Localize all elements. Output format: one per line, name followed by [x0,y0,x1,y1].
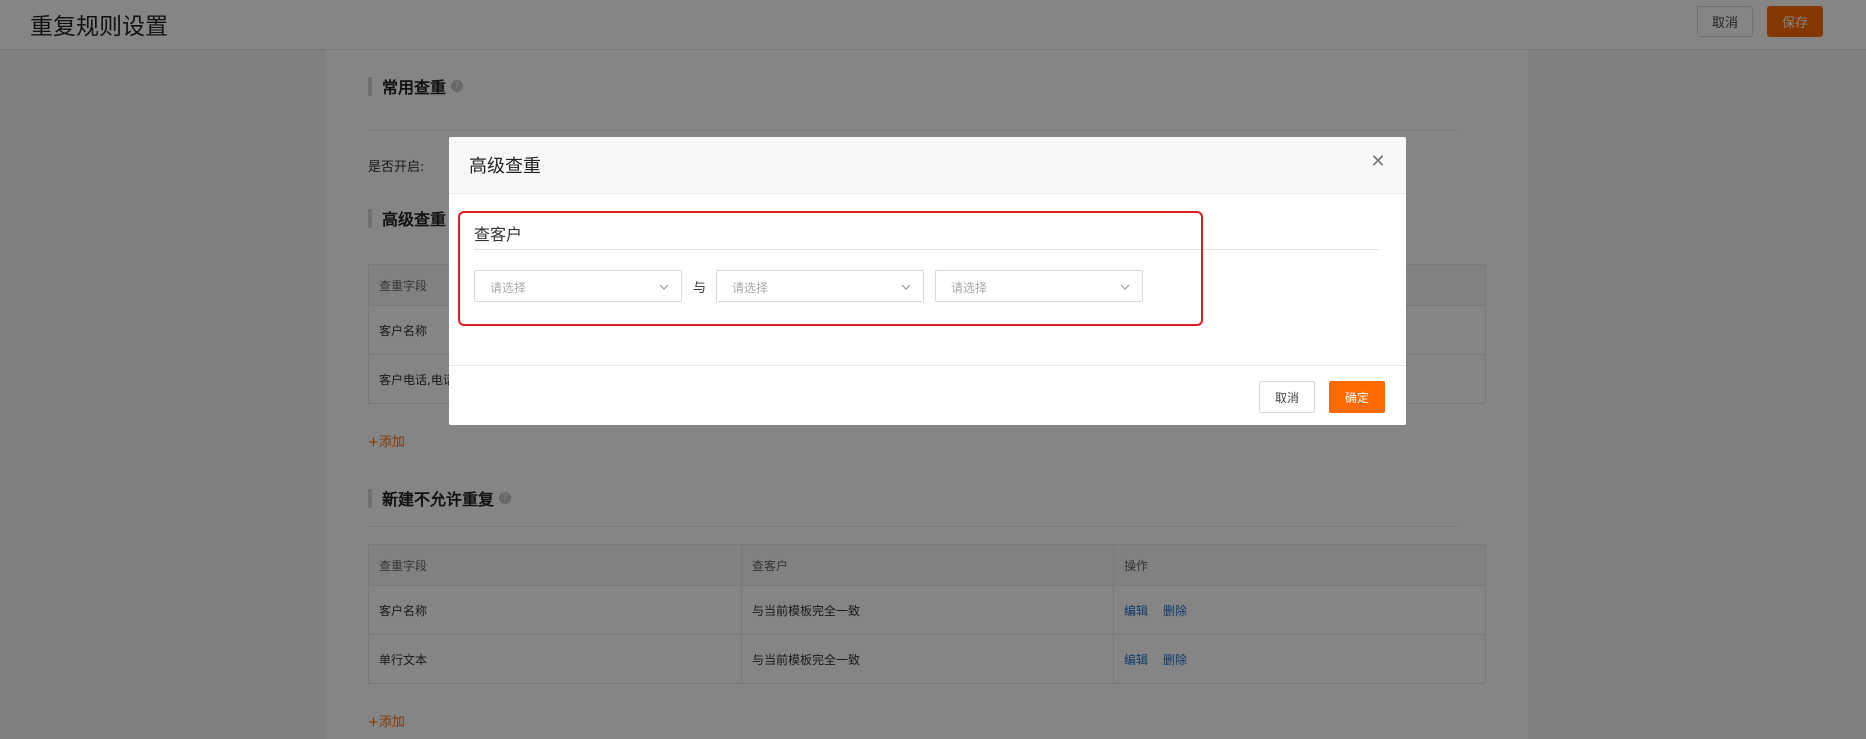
modal-title: 高级查重 [469,156,541,177]
highlight-box [458,211,1203,326]
modal-cancel-button[interactable]: 取消 [1259,381,1315,413]
close-icon[interactable]: ✕ [1370,153,1386,171]
modal-header: 高级查重 ✕ [449,137,1406,194]
modal-confirm-button[interactable]: 确定 [1329,381,1385,413]
modal-footer-divider [449,365,1406,366]
